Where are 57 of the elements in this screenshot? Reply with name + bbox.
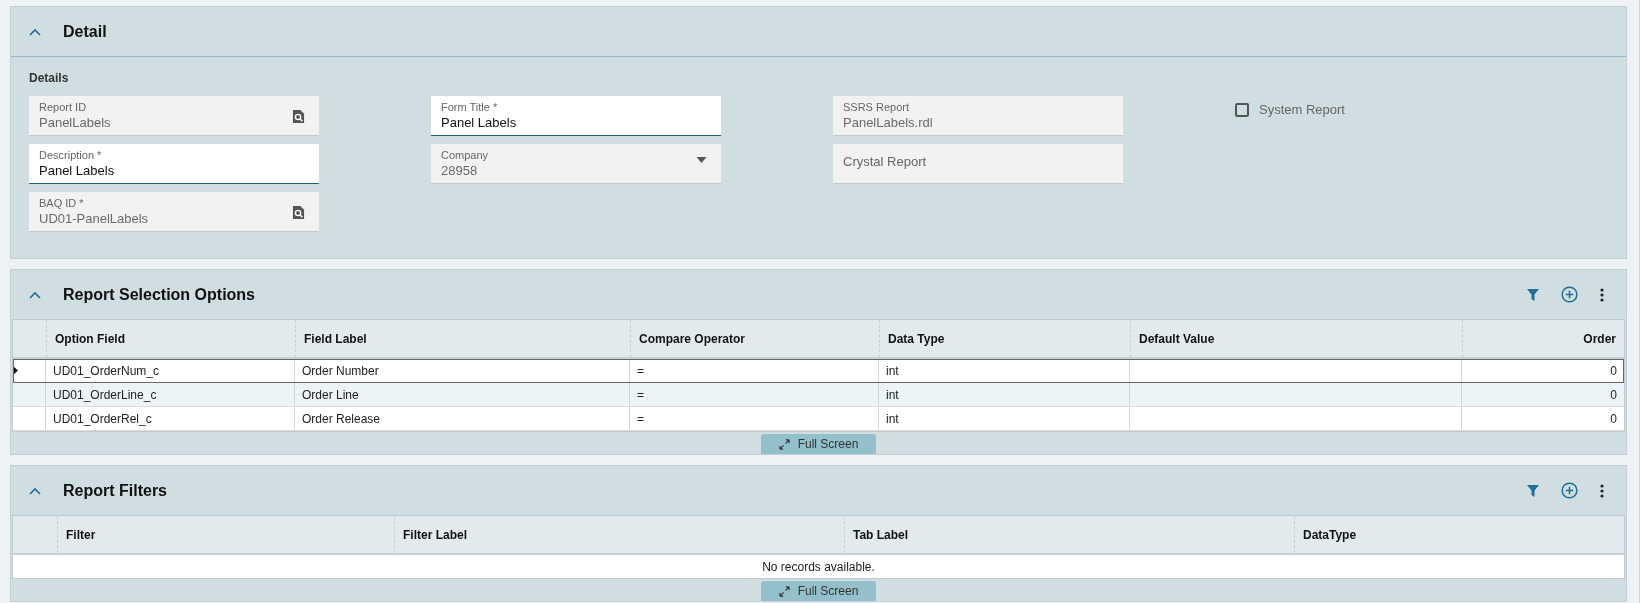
chevron-up-icon[interactable] [29,290,41,299]
more-icon[interactable] [1600,483,1604,498]
filter-icon[interactable] [1527,288,1539,301]
input-field[interactable]: Form Title * Panel Labels [431,96,721,136]
table-cell: UD01_OrderLine_c [53,387,157,402]
column-header[interactable]: Filter [57,516,394,553]
empty-message: No records available. [762,559,875,574]
full-screen-button[interactable]: Full Screen [761,581,876,601]
column-header[interactable]: Order [1462,320,1624,357]
checkbox[interactable] [1235,102,1249,117]
table-row[interactable]: UD01_OrderRel_c Order Release = int 0 [13,407,1624,431]
search-icon[interactable] [292,109,305,124]
table-cell: = [637,363,644,378]
add-icon[interactable] [1561,482,1578,499]
panel-title: Detail [63,22,107,41]
chevron-up-icon[interactable] [29,486,41,495]
caret-icon[interactable] [696,157,707,163]
column-header[interactable]: Filter Label [394,516,844,553]
table-cell: int [886,411,899,426]
input-field[interactable]: Report ID PanelLabels [29,96,319,136]
expand-icon [778,438,790,450]
expand-icon [778,585,790,597]
checkbox-label: System Report [1259,102,1345,117]
panel-title: Report Filters [63,481,167,500]
table-cell: Order Line [302,387,359,402]
table-cell: UD01_OrderNum_c [53,363,160,378]
input-field[interactable]: BAQ ID * UD01-PanelLabels [29,192,319,232]
full-screen-button[interactable]: Full Screen [761,434,876,454]
add-icon[interactable] [1561,286,1578,303]
table-cell: Order Release [302,411,381,426]
dropdown-field[interactable]: Company 28958 [431,144,721,184]
panel-title: Report Selection Options [63,285,255,304]
table-row[interactable]: UD01_OrderLine_c Order Line = int 0 [13,383,1624,407]
section-label: Details [29,71,70,85]
search-icon[interactable] [292,205,305,220]
table-cell: int [886,363,899,378]
table-cell: = [637,387,644,402]
input-field[interactable]: SSRS Report PanelLabels.rdl [833,96,1123,136]
column-header[interactable]: Compare Operator [630,320,879,357]
table-cell: 0 [1610,387,1617,402]
input-field[interactable]: Description * Panel Labels [29,144,319,184]
input-field[interactable]: Crystal Report [833,144,1123,184]
table-cell: Order Number [302,363,379,378]
more-icon[interactable] [1600,287,1604,302]
column-header[interactable]: Data Type [879,320,1130,357]
table-cell: = [637,411,644,426]
column-header[interactable]: Default Value [1130,320,1462,357]
table-cell: 0 [1610,411,1617,426]
column-header[interactable]: Option Field [46,320,295,357]
column-header[interactable]: Tab Label [844,516,1294,553]
column-header[interactable]: DataType [1294,516,1624,553]
table-cell: UD01_OrderRel_c [53,411,152,426]
filter-icon[interactable] [1527,484,1539,497]
chevron-up-icon[interactable] [29,27,41,36]
table-cell: int [886,387,899,402]
column-header[interactable]: Field Label [295,320,630,357]
table-cell: 0 [1610,363,1617,378]
